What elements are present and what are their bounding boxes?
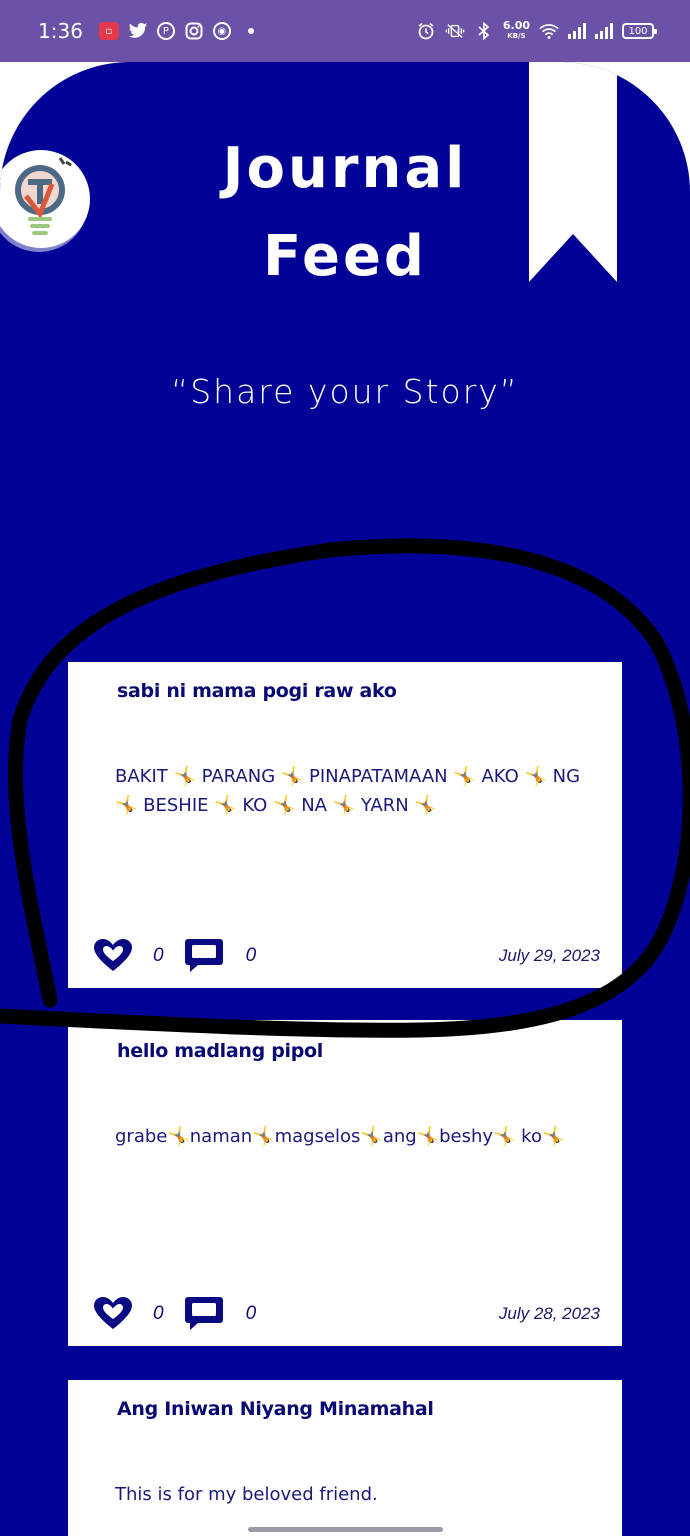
more-notifications-dot [247,28,254,34]
wifi-icon [539,21,559,41]
notification-icons: ▫ P ◉ [98,21,254,41]
journal-post-card[interactable]: Ang Iniwan Niyang Minamahal This is for … [68,1380,622,1536]
post-footer: 0 0 July 29, 2023 [93,938,600,974]
page-title-text: Journal [222,136,468,201]
instagram-icon [184,21,204,41]
post-title: Ang Iniwan Niyang Minamahal [117,1398,434,1420]
comment-icon[interactable] [184,1296,224,1332]
heart-icon[interactable] [93,938,133,974]
journal-feed-screen: Journal Feed “Share your Story” sabi ni … [0,62,690,1536]
post-body: This is for my beloved friend. [115,1484,378,1505]
comment-icon[interactable] [184,938,224,974]
system-icons: 6.00 KB/S 100 [416,20,657,41]
journal-post-card[interactable]: sabi ni mama pogi raw ako BAKIT 🤸 PARANG… [68,662,622,988]
app-notification-icon: ◉ [212,22,231,40]
twitter-icon [128,21,148,41]
app-notification-icon: P [156,22,175,40]
status-bar: 1:36 ▫ P ◉ 6.00 KB/S 100 [0,0,690,62]
comment-count: 0 [245,1303,257,1324]
network-speed: 6.00 KB/S [503,20,530,41]
signal-icon [595,23,613,39]
post-title: hello madlang pipol [117,1040,323,1062]
bluetooth-icon [474,21,494,41]
post-date: July 28, 2023 [498,1304,600,1323]
page-title-line-1: Journal [0,136,690,201]
signal-icon [568,23,586,39]
post-title: sabi ni mama pogi raw ako [117,680,397,702]
network-speed-unit: KB/S [507,32,526,40]
like-count: 0 [153,1303,164,1324]
page-title-line-2: Feed [262,224,428,289]
post-footer: 0 0 July 28, 2023 [93,1296,600,1332]
screen-record-icon: ▫ [98,22,119,40]
vibrate-off-icon [445,21,465,41]
status-time: 1:36 [38,19,83,43]
heart-icon[interactable] [93,1296,133,1332]
post-date: July 29, 2023 [498,946,600,965]
post-body: BAKIT 🤸 PARANG 🤸 PINAPATAMAAN 🤸 AKO 🤸 NG… [115,766,581,816]
like-count: 0 [153,945,164,966]
battery-level: 100 [628,25,648,37]
battery-icon: 100 [622,23,657,39]
journal-post-card[interactable]: hello madlang pipol grabe🤸naman🤸magselos… [68,1020,622,1346]
tagline: “Share your Story” [171,372,519,411]
home-gesture-bar[interactable] [248,1527,443,1532]
post-body: grabe🤸naman🤸magselos🤸ang🤸beshy🤸 ko🤸 [115,1126,565,1147]
comment-count: 0 [245,945,257,966]
alarm-icon [416,21,436,41]
